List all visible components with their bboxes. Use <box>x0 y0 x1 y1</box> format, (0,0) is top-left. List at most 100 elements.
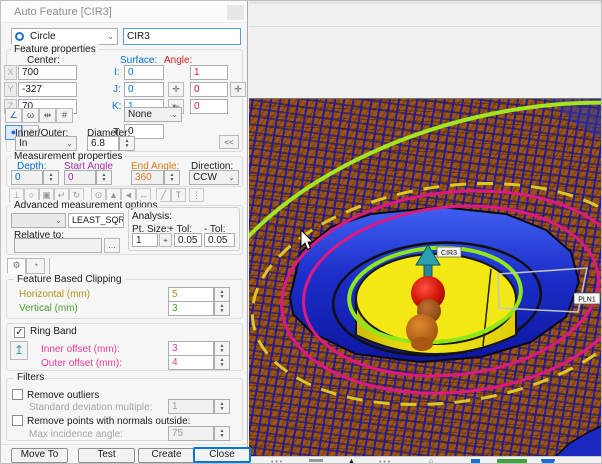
feature-type-value: Circle <box>30 31 56 42</box>
horizontal-label: Horizontal (mm) <box>19 289 90 300</box>
grid-mode-icon-button[interactable]: # <box>56 108 73 123</box>
dialog-title: Auto Feature [CIR3] <box>14 6 112 18</box>
auto-feature-dialog: Auto Feature [CIR3] Circle ⌄ CIR3 Featur… <box>1 1 248 464</box>
ring-band-checkbox[interactable]: ✓ <box>14 327 25 338</box>
filter-type-dropdown-disabled: ⌄ <box>11 213 66 228</box>
3d-scene: CIR3 PLN1 <box>249 99 602 456</box>
mesh-blue-corner <box>555 425 602 456</box>
status-green-button[interactable] <box>497 459 527 464</box>
diameter-input[interactable]: 6.8 <box>87 136 119 151</box>
vertical-input[interactable]: 3 <box>168 301 214 316</box>
max-incidence-spinner[interactable]: ▲▼ <box>214 426 230 441</box>
pie-circle-icon: ◔ <box>33 260 38 270</box>
depth-spinner[interactable]: ▲▼ <box>43 170 59 185</box>
angle-vector-pick-button[interactable]: ✛ <box>230 82 246 97</box>
j-label: J: <box>113 84 121 95</box>
analysis-label: Analysis: <box>132 211 172 222</box>
analysis-pick-icon-button[interactable]: ⌖ <box>159 233 172 247</box>
surface-j-input[interactable]: 0 <box>124 82 164 97</box>
surface-i-input[interactable]: 0 <box>124 65 164 80</box>
chevron-down-icon: ⌄ <box>53 214 64 227</box>
k-label: K: <box>112 101 121 112</box>
outer-offset-label: Outer offset (mm): <box>41 358 122 369</box>
outer-offset-spinner[interactable]: ▲▼ <box>214 355 230 370</box>
gear-icon: ⚙ <box>12 260 20 270</box>
remove-outliers-checkbox[interactable] <box>12 389 23 400</box>
clipping-legend: Feature Based Clipping <box>14 274 125 285</box>
inner-offset-spinner[interactable]: ▲▼ <box>214 341 230 356</box>
vertical-label: Vertical (mm) <box>19 303 78 314</box>
move-to-button[interactable]: Move To <box>11 448 68 463</box>
tolerance-mode-icon-button[interactable]: ω <box>22 108 39 123</box>
max-incidence-input[interactable]: 75 <box>168 426 214 441</box>
toolbar-separator <box>249 26 602 27</box>
relative-to-input[interactable] <box>14 238 102 253</box>
feature-type-dropdown[interactable]: Circle ⌄ <box>11 28 118 45</box>
center-y-input[interactable]: -327 <box>18 82 77 97</box>
tab-settings[interactable]: ⚙ <box>7 258 26 274</box>
pln1-label[interactable]: PLN1 <box>578 297 596 304</box>
status-blue-icon[interactable] <box>471 459 480 464</box>
dialog-titlebar[interactable]: Auto Feature [CIR3] <box>1 1 247 23</box>
horizontal-spinner[interactable]: ▲▼ <box>214 287 230 302</box>
chevron-down-icon: ⌄ <box>226 171 237 184</box>
diameter-spinner[interactable]: ▲▼ <box>119 136 135 151</box>
start-angle-spinner[interactable]: ▲▼ <box>96 170 112 185</box>
minus-tol-input[interactable]: 0.05 <box>204 233 235 247</box>
angle-label: Angle: <box>164 55 192 66</box>
angle-j-input[interactable]: 0 <box>190 82 228 97</box>
ring-band-direction-button[interactable]: ↥ <box>10 341 28 360</box>
i-label: I: <box>114 67 120 78</box>
std-dev-spinner[interactable]: ▲▼ <box>214 399 230 414</box>
cir3-label[interactable]: CIR3 <box>441 250 457 257</box>
status-bar: • • • ▲ • • • ⌂ <box>249 456 602 464</box>
angle-i-input[interactable]: 1 <box>190 65 228 80</box>
inner-offset-input[interactable]: 3 <box>168 341 214 356</box>
plus-tol-input[interactable]: 0.05 <box>174 233 202 247</box>
status-dash-icon <box>309 459 323 462</box>
pt-size-input[interactable]: 1 <box>132 233 158 247</box>
snap-dropdown[interactable]: None ⌄ <box>124 107 182 122</box>
start-angle-input[interactable]: 0 <box>64 170 96 185</box>
theo-mode-icon-button[interactable]: ∠ <box>5 108 22 123</box>
main-window-background <box>249 1 602 98</box>
text-option-icon[interactable]: T <box>171 188 186 202</box>
surface-vector-pick-button[interactable]: ✛ <box>168 82 184 97</box>
algorithm-dropdown[interactable]: LEAST_SQR ⌄ <box>68 213 124 228</box>
probe-stem <box>411 337 433 351</box>
close-button[interactable]: Close <box>193 447 251 463</box>
std-dev-input[interactable]: 1 <box>168 399 214 414</box>
end-angle-input[interactable]: 360 <box>131 170 164 185</box>
center-x-input[interactable]: 700 <box>18 65 77 80</box>
depth-input[interactable]: 0 <box>11 170 43 185</box>
snap-value: None <box>128 109 152 120</box>
horizontal-input[interactable]: 5 <box>168 287 214 302</box>
filters-legend: Filters <box>14 372 47 383</box>
relative-to-browse-button[interactable]: ... <box>104 238 120 253</box>
tab-divider <box>49 258 50 274</box>
test-button[interactable]: Test <box>78 448 135 463</box>
remove-normals-checkbox[interactable] <box>12 415 23 426</box>
outer-offset-input[interactable]: 4 <box>168 355 214 370</box>
distance-mode-icon-button[interactable]: ⇹ <box>39 108 56 123</box>
ring-band-label: Ring Band <box>27 326 80 337</box>
status-dots-icon: • • • <box>271 459 282 464</box>
remove-normals-label: Remove points with normals outside: <box>27 416 190 427</box>
inner-outer-dropdown[interactable]: In ⌄ <box>15 136 77 151</box>
feature-name-input[interactable]: CIR3 <box>123 28 241 45</box>
3d-viewport[interactable]: CIR3 PLN1 <box>249 98 602 456</box>
tab-clipping[interactable]: ◔ <box>26 258 45 274</box>
titlebar-button[interactable] <box>227 5 244 20</box>
vertical-spinner[interactable]: ▲▼ <box>214 301 230 316</box>
status-triangle-icon: ▲ <box>348 458 355 464</box>
more-options-icon[interactable]: ⋮ <box>189 188 204 202</box>
inner-outer-value: In <box>19 138 27 149</box>
end-angle-spinner[interactable]: ▲▼ <box>164 170 180 185</box>
collapse-dialog-button[interactable]: << <box>219 135 239 149</box>
chevron-down-icon: ⌄ <box>169 108 180 121</box>
direction-dropdown[interactable]: CCW ⌄ <box>189 170 239 185</box>
create-button[interactable]: Create <box>138 448 195 463</box>
chevron-down-icon: ⌄ <box>105 29 116 44</box>
axis-x-box: X <box>4 65 17 80</box>
angle-k-input[interactable]: 0 <box>190 99 228 114</box>
